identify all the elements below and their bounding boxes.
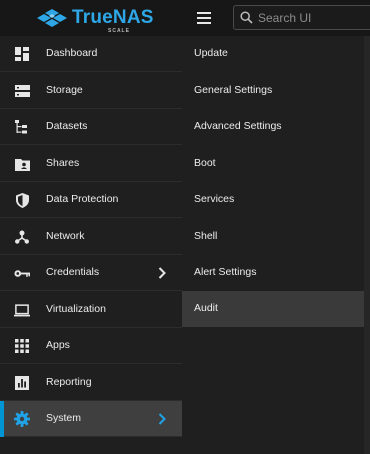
sidebar-item-label: Reporting [46,376,92,388]
app-root: TrueNAS SCALE Dashboard [0,0,370,454]
active-indicator [0,401,4,437]
sidebar-item-label: Storage [46,84,83,96]
system-submenu: Update General Settings Advanced Setting… [182,36,364,454]
laptop-icon [14,302,30,318]
submenu-item-general-settings[interactable]: General Settings [182,73,364,109]
sidebar-item-virtualization[interactable]: Virtualization [0,292,182,328]
submenu-item-label: Services [194,193,235,205]
submenu-item-label: Boot [194,157,216,169]
sidebar-item-storage[interactable]: Storage [0,73,182,109]
submenu-item-alert-settings[interactable]: Alert Settings [182,255,364,291]
truenas-logo-icon [37,9,67,27]
network-icon [14,229,30,245]
search-input[interactable] [258,10,368,25]
logo-edition: SCALE [108,28,130,34]
chevron-right-icon [157,412,167,426]
submenu-item-label: Update [194,47,228,59]
sidebar-item-network[interactable]: Network [0,219,182,255]
sidebar-item-system[interactable]: System [0,401,182,437]
sidebar-item-dashboard[interactable]: Dashboard [0,36,182,72]
hamburger-icon[interactable] [197,11,213,25]
submenu-item-advanced-settings[interactable]: Advanced Settings [182,109,364,145]
truenas-logo[interactable]: TrueNAS SCALE [36,5,154,34]
shares-icon [14,156,30,172]
storage-icon [14,83,30,99]
top-bar: TrueNAS SCALE [0,0,370,36]
shield-icon [14,192,30,208]
sidebar-item-datasets[interactable]: Datasets [0,109,182,145]
chevron-right-icon [157,266,167,280]
reporting-icon [14,375,30,391]
sidebar-item-label: Dashboard [46,47,98,59]
gear-icon [14,411,30,427]
page-content-edge [364,36,370,454]
sidebar-item-label: Data Protection [46,193,119,205]
sidebar-item-label: Apps [46,339,70,351]
submenu-item-label: Advanced Settings [194,120,282,132]
search-icon [240,11,253,24]
sidebar-item-label: Virtualization [46,303,106,315]
sidebar-item-apps[interactable]: Apps [0,328,182,364]
sidebar-item-label: Credentials [46,266,100,278]
sidebar-item-label: Datasets [46,120,88,132]
search-box[interactable] [233,5,370,30]
submenu-item-shell[interactable]: Shell [182,219,364,255]
submenu-item-boot[interactable]: Boot [182,146,364,182]
dashboard-icon [14,46,30,62]
apps-grid-icon [14,338,30,354]
submenu-item-services[interactable]: Services [182,182,364,218]
sidebar: Dashboard Storage Datasets Shares Data P [0,36,182,454]
submenu-item-update[interactable]: Update [182,36,364,72]
sidebar-item-reporting[interactable]: Reporting [0,365,182,401]
sidebar-item-data-protection[interactable]: Data Protection [0,182,182,218]
submenu-item-label: Alert Settings [194,266,257,278]
sidebar-item-shares[interactable]: Shares [0,146,182,182]
submenu-item-label: Audit [194,302,218,314]
logo-name: TrueNAS [72,7,154,28]
datasets-icon [14,119,30,135]
submenu-item-audit[interactable]: Audit [182,291,364,327]
sidebar-item-label: Network [46,230,85,242]
submenu-item-label: General Settings [194,84,273,96]
key-icon [14,265,30,281]
submenu-item-label: Shell [194,230,218,242]
sidebar-item-credentials[interactable]: Credentials [0,255,182,291]
sidebar-item-label: System [46,412,82,424]
sidebar-item-label: Shares [46,157,80,169]
